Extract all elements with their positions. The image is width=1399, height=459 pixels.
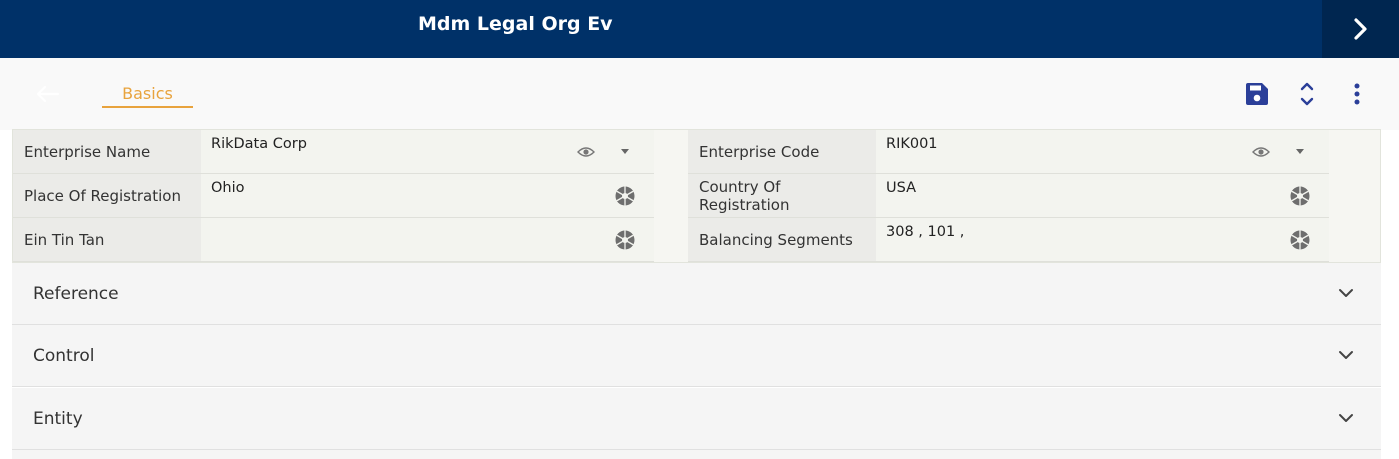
balancing-segments-input[interactable]: 308 , 101 , [876,218,1329,262]
place-of-registration-value: Ohio [211,180,245,196]
enterprise-code-label-cell: Enterprise Code [688,130,876,174]
aperture-icon[interactable] [1290,186,1310,206]
page-title: Mdm Legal Org Ev [418,13,613,35]
section-next-partial [12,450,1381,459]
chevron-right-icon [1353,18,1367,40]
eye-icon[interactable] [577,145,595,159]
field-ein-tin-tan: Ein Tin Tan [13,218,654,262]
section-entity[interactable]: Entity [12,388,1381,450]
balancing-segments-value: 308 , 101 , [886,224,965,240]
country-of-registration-label-line2: Registration [699,196,790,214]
field-place-of-registration: Place Of Registration Ohio [13,174,654,218]
enterprise-code-input[interactable]: RIK001 [876,130,1329,174]
more-options-icon[interactable] [1346,82,1368,106]
chevron-down-icon[interactable] [1338,287,1354,299]
place-of-registration-label: Place Of Registration [24,187,181,205]
dropdown-arrow-icon[interactable] [621,149,629,155]
country-of-registration-label-cell: Country Of Registration [688,174,876,218]
country-of-registration-label-line1: Country Of [699,178,781,196]
section-reference[interactable]: Reference [12,263,1381,325]
tab-basics[interactable]: Basics [102,84,193,108]
dropdown-arrow-icon[interactable] [1296,149,1304,155]
collapse-all-icon[interactable] [1297,80,1317,108]
field-enterprise-code: Enterprise Code RIK001 [688,130,1329,174]
section-reference-label: Reference [33,284,119,304]
section-control-label: Control [33,346,95,366]
toolbar [0,58,1399,130]
enterprise-code-label: Enterprise Code [699,143,820,161]
section-entity-label: Entity [33,409,83,429]
enterprise-name-value: RikData Corp [211,136,307,152]
aperture-icon[interactable] [615,186,635,206]
field-country-of-registration: Country Of Registration USA [688,174,1329,218]
balancing-segments-label: Balancing Segments [699,231,853,249]
app-header: Mdm Legal Org Ev [0,0,1399,58]
ein-tin-tan-label-cell: Ein Tin Tan [13,218,201,262]
ein-tin-tan-input[interactable] [201,218,654,262]
back-arrow-icon[interactable] [34,84,60,104]
enterprise-name-label-cell: Enterprise Name [13,130,201,174]
basics-form: Enterprise Name RikData Corp Enterprise … [12,129,1381,263]
section-control[interactable]: Control [12,325,1381,387]
balancing-segments-label-cell: Balancing Segments [688,218,876,262]
field-balancing-segments: Balancing Segments 308 , 101 , [688,218,1329,262]
eye-icon[interactable] [1252,145,1270,159]
chevron-down-icon[interactable] [1338,349,1354,361]
enterprise-name-input[interactable]: RikData Corp [201,130,654,174]
ein-tin-tan-label: Ein Tin Tan [24,231,105,249]
country-of-registration-value: USA [886,180,917,196]
next-button[interactable] [1322,0,1399,58]
enterprise-name-label: Enterprise Name [24,143,151,161]
save-icon[interactable] [1245,82,1269,106]
chevron-down-icon[interactable] [1338,412,1354,424]
aperture-icon[interactable] [615,230,635,250]
field-enterprise-name: Enterprise Name RikData Corp [13,130,654,174]
country-of-registration-input[interactable]: USA [876,174,1329,218]
aperture-icon[interactable] [1290,230,1310,250]
country-of-registration-label: Country Of Registration [699,178,789,214]
place-of-registration-input[interactable]: Ohio [201,174,654,218]
place-of-registration-label-cell: Place Of Registration [13,174,201,218]
enterprise-code-value: RIK001 [886,136,938,152]
